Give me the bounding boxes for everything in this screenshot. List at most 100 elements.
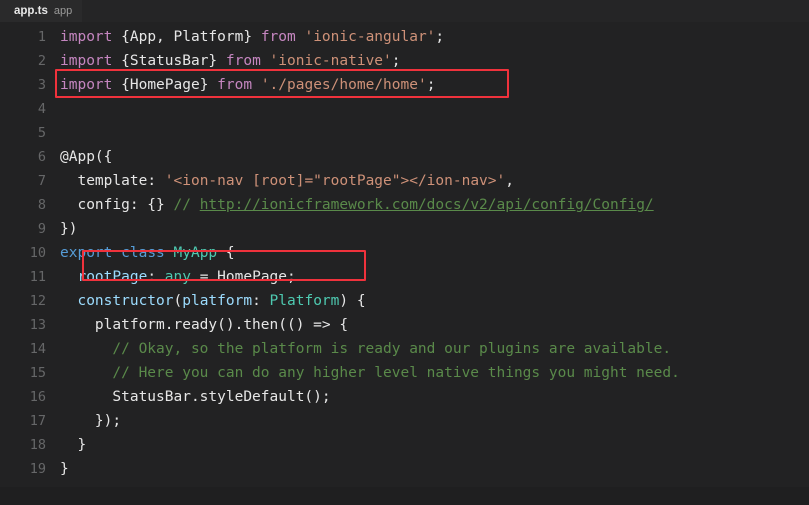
code-line[interactable]: 9}) [0, 217, 809, 241]
code-token: : {} [129, 197, 174, 213]
code-line[interactable]: 5 [0, 121, 809, 145]
code-line-text[interactable]: import {HomePage} from './pages/home/hom… [60, 73, 809, 97]
code-line[interactable]: 14 // Okay, so the platform is ready and… [0, 337, 809, 361]
code-surface[interactable]: 1 import {App, Platform} from 'ionic-angu… [0, 22, 809, 505]
code-token: Platform [269, 293, 340, 309]
code-line-text[interactable]: export class MyApp { [60, 241, 809, 265]
code-line[interactable]: 18 } [0, 433, 809, 457]
line-number: 11 [29, 269, 46, 285]
code-token: ) { [339, 293, 366, 309]
editor-content-area[interactable]: 1 import {App, Platform} from 'ionic-angu… [0, 22, 809, 505]
code-line-text[interactable]: import {App, Platform} from 'ionic-angul… [60, 25, 809, 49]
code-token: = HomePage; [190, 269, 296, 285]
code-token: import [60, 53, 113, 69]
code-token: constructor [77, 293, 174, 309]
code-token: from [217, 77, 253, 93]
code-line[interactable]: 12 constructor(platform: Platform) { [0, 289, 809, 313]
line-number: 6 [37, 149, 46, 165]
code-line[interactable]: 8 config: {} // http://ionicframework.co… [0, 193, 809, 217]
code-token: http://ionicframework.com/docs/v2/api/co… [199, 197, 654, 213]
code-line-text[interactable]: }) [60, 217, 809, 241]
code-line-text[interactable]: StatusBar.styleDefault(); [60, 385, 809, 409]
line-number: 8 [37, 197, 46, 213]
code-token: any [164, 269, 191, 285]
editor-tab-bar: app.ts app [0, 0, 809, 22]
code-token: { [217, 245, 235, 261]
code-line-text[interactable]: import {StatusBar} from 'ionic-native'; [60, 49, 809, 73]
code-token: {App, Platform} [121, 29, 253, 45]
code-token: MyApp [173, 245, 218, 261]
code-line[interactable]: 16 StatusBar.styleDefault(); [0, 385, 809, 409]
code-line[interactable]: 15 // Here you can do any higher level n… [0, 361, 809, 385]
code-line-text[interactable]: // Here you can do any higher level nati… [60, 361, 809, 385]
code-line-text[interactable]: }); [60, 409, 809, 433]
code-line-text[interactable]: constructor(platform: Platform) { [60, 289, 809, 313]
line-number: 14 [29, 341, 46, 357]
line-number: 4 [37, 101, 46, 117]
code-token: // Here you can do any higher level nati… [60, 365, 680, 381]
code-line[interactable]: 13 platform.ready().then(() => { [0, 313, 809, 337]
code-line[interactable]: 19} [0, 457, 809, 481]
code-line-text[interactable]: platform.ready().then(() => { [60, 313, 809, 337]
line-number: 10 [29, 245, 46, 261]
code-token: config [60, 197, 130, 213]
code-token: platform.ready().then(() => { [60, 317, 349, 333]
code-token: {HomePage} [121, 77, 209, 93]
code-line[interactable]: 4 [0, 97, 809, 121]
code-token: @App({ [60, 149, 113, 165]
code-line-text[interactable]: config: {} // http://ionicframework.com/… [60, 193, 809, 217]
code-token: ; [435, 29, 445, 45]
code-token: } [60, 437, 87, 453]
code-token: }); [60, 413, 122, 429]
code-token: : [147, 173, 165, 189]
line-number: 15 [29, 365, 46, 381]
code-line[interactable]: 10 export class MyApp { [0, 241, 809, 265]
code-token: : [147, 269, 165, 285]
code-token: } [60, 461, 69, 477]
code-line-text[interactable]: rootPage: any = HomePage; [60, 265, 809, 289]
code-line[interactable]: 1 import {App, Platform} from 'ionic-angu… [0, 25, 809, 49]
code-line-text[interactable]: @App({ [60, 145, 809, 169]
code-token: 'ionic-angular' [304, 29, 436, 45]
code-token: import [60, 77, 113, 93]
code-token: ; [426, 77, 436, 93]
code-line[interactable]: 3 import {HomePage} from './pages/home/ho… [0, 73, 809, 97]
code-line-text[interactable]: } [60, 433, 809, 457]
code-token: // Okay, so the platform is ready and ou… [60, 341, 672, 357]
code-line[interactable]: 2 import {StatusBar} from 'ionic-native'; [0, 49, 809, 73]
code-line-text[interactable]: // Okay, so the platform is ready and ou… [60, 337, 809, 361]
code-line[interactable]: 17 }); [0, 409, 809, 433]
editor-bottom-strip [0, 487, 809, 505]
code-line[interactable]: 7 template: '<ion-nav [root]="rootPage">… [0, 169, 809, 193]
code-token: ; [391, 53, 401, 69]
line-number: 17 [29, 413, 46, 429]
code-token: : [252, 293, 270, 309]
line-number: 3 [37, 77, 46, 93]
tab-folder-label: app [53, 5, 73, 17]
line-number: 13 [29, 317, 46, 333]
code-token: class [121, 245, 165, 261]
code-token: from [260, 29, 296, 45]
line-number: 12 [29, 293, 46, 309]
code-line-text[interactable]: template: '<ion-nav [root]="rootPage"></… [60, 169, 809, 193]
code-token: from [225, 53, 261, 69]
code-token: StatusBar.styleDefault(); [60, 389, 331, 405]
code-token: {StatusBar} [121, 53, 218, 69]
line-number: 2 [37, 53, 46, 69]
code-token: rootPage [77, 269, 148, 285]
code-line[interactable]: 6 @App({ [0, 145, 809, 169]
code-line-text[interactable]: } [60, 457, 809, 481]
code-token: export [60, 245, 113, 261]
tab-app-ts[interactable]: app.ts app [0, 0, 83, 22]
tab-file-name: app.ts [14, 5, 48, 17]
code-line[interactable]: 11 rootPage: any = HomePage; [0, 265, 809, 289]
